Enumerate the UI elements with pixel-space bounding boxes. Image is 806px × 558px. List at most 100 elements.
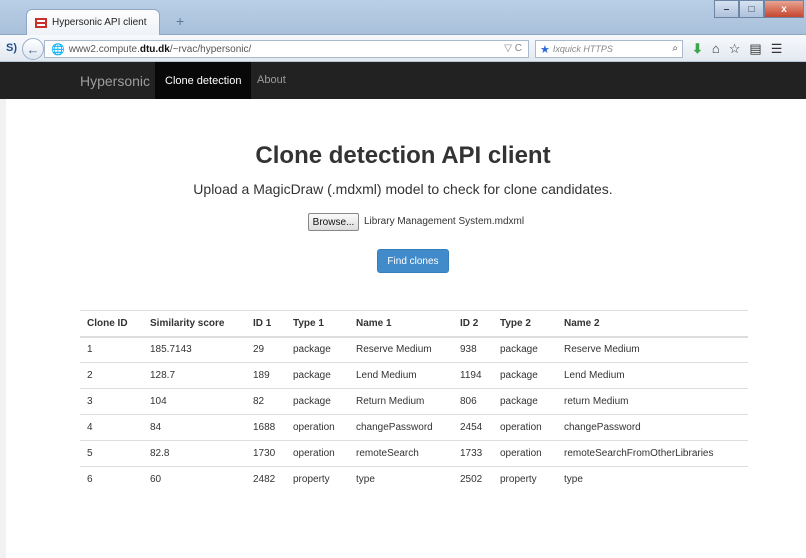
bookmark-star-icon[interactable]: ☆ [729,41,741,57]
table-cell: 185.7143 [143,336,246,363]
page-title: Clone detection API client [255,142,551,169]
nav-item-about[interactable]: About [257,74,286,86]
table-cell: 806 [453,388,493,415]
table-cell: remoteSearchFromOtherLibraries [557,440,748,467]
table-cell: 1194 [453,362,493,389]
table-cell: 938 [453,336,493,363]
download-icon[interactable]: ⬇ [692,41,703,57]
browser-navbar: S) ← 🌐 www2.compute.dtu.dk/~rvac/hyperso… [0,35,806,62]
table-row: 2 128.7 189 package Lend Medium 1194 pac… [80,362,748,389]
brand-link[interactable]: Hypersonic [80,73,150,89]
table-cell: package [286,388,349,415]
table-cell: Lend Medium [349,362,453,389]
table-cell: 189 [246,362,286,389]
column-header: ID 1 [246,310,286,338]
globe-icon: 🌐 [51,43,65,56]
page-subtitle: Upload a MagicDraw (.mdxml) model to che… [193,181,613,197]
table-cell: 84 [143,414,246,441]
column-header: ID 2 [453,310,493,338]
table-cell: 60 [143,466,246,493]
column-header: Name 2 [557,310,748,338]
clones-table: Clone ID Similarity score ID 1 Type 1 Na… [80,310,748,493]
address-bar[interactable]: 🌐 www2.compute.dtu.dk/~rvac/hypersonic/ … [44,40,529,58]
selected-file-name: Library Management System.mdxml [364,216,525,227]
table-cell: Reserve Medium [349,336,453,363]
table-cell: package [493,388,557,415]
find-clones-button[interactable]: Find clones [377,249,449,273]
table-cell: Lend Medium [557,362,748,389]
nav-item-clone-detection[interactable]: Clone detection [155,62,252,99]
table-cell: 1 [80,336,143,363]
table-cell: 5 [80,440,143,467]
table-row: 5 82.8 1730 operation remoteSearch 1733 … [80,440,748,467]
table-cell: 6 [80,466,143,493]
back-icon: ← [26,41,40,57]
table-cell: 3 [80,388,143,415]
browser-tab[interactable]: Hypersonic API client [26,9,160,35]
table-row: 3 104 82 package Return Medium 806 packa… [80,388,748,415]
table-cell: type [349,466,453,493]
toolbar-icons: ⬇ ⌂ ☆ ▤ ☰ [692,41,782,57]
table-cell: 1688 [246,414,286,441]
table-cell: Reserve Medium [557,336,748,363]
close-window-button[interactable]: x [764,0,804,18]
reload-icon[interactable]: ▽ C [504,43,522,54]
clipboard-icon[interactable]: ▤ [749,41,761,57]
search-icon[interactable]: ⌕ [672,43,678,54]
column-header: Type 2 [493,310,557,338]
menu-icon[interactable]: ☰ [771,41,783,57]
table-cell: type [557,466,748,493]
table-cell: 2502 [453,466,493,493]
table-cell: 128.7 [143,362,246,389]
table-cell: 1730 [246,440,286,467]
search-engine-icon[interactable]: ★ [540,43,550,56]
table-cell: 2454 [453,414,493,441]
new-tab-button[interactable]: + [176,13,184,29]
table-cell: package [286,362,349,389]
table-cell: 2482 [246,466,286,493]
table-row: 1 185.7143 29 package Reserve Medium 938… [80,336,748,363]
table-row: 4 84 1688 operation changePassword 2454 … [80,414,748,441]
table-row: 6 60 2482 property type 2502 property ty… [80,466,748,493]
home-icon[interactable]: ⌂ [712,41,720,57]
table-cell: operation [493,440,557,467]
table-cell: 2 [80,362,143,389]
column-header: Similarity score [143,310,246,338]
table-cell: return Medium [557,388,748,415]
search-bar[interactable]: ★ Ixquick HTTPS ⌕ [535,40,683,58]
table-cell: property [286,466,349,493]
minimize-button[interactable]: – [714,0,739,18]
table-cell: 82.8 [143,440,246,467]
maximize-button[interactable]: □ [739,0,764,18]
url-text: www2.compute.dtu.dk/~rvac/hypersonic/ [68,43,252,55]
table-cell: package [286,336,349,363]
site-favicon-icon [35,17,47,28]
table-cell: changePassword [557,414,748,441]
site-navbar: Hypersonic Clone detection About [0,62,806,99]
search-placeholder: Ixquick HTTPS [552,44,613,54]
table-cell: 1733 [453,440,493,467]
column-header: Type 1 [286,310,349,338]
addon-s-icon[interactable]: S) [6,42,17,54]
back-button[interactable]: ← [22,38,44,60]
table-cell: changePassword [349,414,453,441]
table-cell: 104 [143,388,246,415]
column-header: Name 1 [349,310,453,338]
table-cell: operation [286,414,349,441]
table-cell: 29 [246,336,286,363]
window-controls: – □ x [714,0,804,18]
table-cell: remoteSearch [349,440,453,467]
tab-title: Hypersonic API client [52,17,147,28]
browser-titlebar: Hypersonic API client + – □ x [0,0,806,35]
table-cell: 4 [80,414,143,441]
table-cell: operation [493,414,557,441]
table-cell: package [493,336,557,363]
table-cell: operation [286,440,349,467]
table-cell: Return Medium [349,388,453,415]
browse-button[interactable]: Browse... [308,213,359,231]
table-cell: 82 [246,388,286,415]
table-header-row: Clone ID Similarity score ID 1 Type 1 Na… [80,310,748,338]
table-cell: property [493,466,557,493]
column-header: Clone ID [80,310,143,338]
table-cell: package [493,362,557,389]
